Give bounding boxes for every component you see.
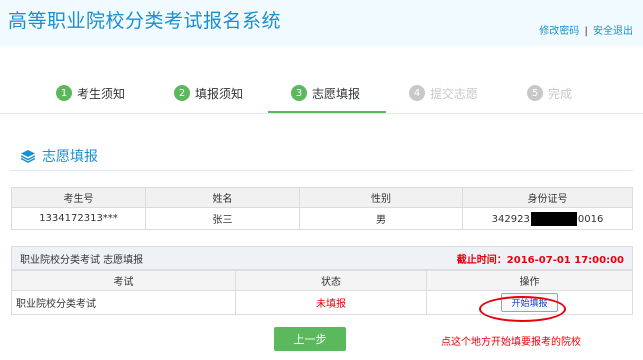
application-table: 考试 状态 操作 职业院校分类考试 未填报 开始填报 (11, 270, 633, 315)
header-exam: 考试 (11, 270, 236, 291)
cell-status: 未填报 (235, 290, 427, 315)
id-redaction (530, 211, 577, 226)
logout-link[interactable]: 安全退出 (593, 26, 633, 37)
cell-name: 张三 (145, 207, 300, 230)
step-5-label: 完成 (548, 87, 573, 101)
step-1-label: 考生须知 (77, 87, 126, 101)
section-title: 志愿填报 (20, 146, 98, 166)
layers-icon (20, 150, 36, 163)
table-header-row: 考生号 姓名 性别 身份证号 (11, 187, 633, 208)
header-separator: | (584, 26, 588, 37)
app-title: 高等职业院校分类考试报名系统 (8, 10, 282, 32)
step-4-label: 提交志愿 (430, 87, 479, 101)
step-5-number: 5 (527, 85, 543, 101)
step-5: 5 完成 (527, 78, 572, 114)
step-4: 4 提交志愿 (409, 78, 478, 114)
header-name: 姓名 (145, 187, 300, 208)
step-progress: 1 考生须知 2 填报须知 3 志愿填报 4 提交志愿 5 完成 (0, 78, 643, 114)
step-3-number: 3 (291, 85, 307, 101)
step-3: 3 志愿填报 (291, 78, 360, 114)
cell-id-no: 342923 0016 (462, 207, 633, 230)
step-2-label: 填报须知 (195, 87, 244, 101)
section-divider (10, 170, 633, 171)
header-links: 修改密码 | 安全退出 (539, 22, 633, 37)
id-prefix: 342923 (491, 213, 530, 225)
table-header-row: 考试 状态 操作 (11, 270, 633, 291)
header-exam-no: 考生号 (11, 187, 146, 208)
step-1-number: 1 (56, 85, 72, 101)
section-title-text: 志愿填报 (42, 149, 98, 165)
id-suffix: 0016 (577, 213, 604, 225)
change-password-link[interactable]: 修改密码 (539, 26, 579, 37)
step-1: 1 考生须知 (56, 78, 125, 114)
application-bar-title: 职业院校分类考试 志愿填报 (20, 254, 144, 266)
start-apply-button[interactable]: 开始填报 (501, 293, 558, 312)
header: 高等职业院校分类考试报名系统 修改密码 | 安全退出 (0, 0, 643, 46)
cell-action: 开始填报 (426, 290, 633, 315)
step-3-label: 志愿填报 (312, 87, 361, 101)
deadline: 截止时间：2016-07-01 17:00:00 (456, 254, 624, 266)
cell-exam-no: 1334172313*** (11, 207, 146, 230)
student-info-table: 考生号 姓名 性别 身份证号 1334172313*** 张三 男 342923… (11, 187, 633, 230)
header-gender: 性别 (299, 187, 463, 208)
application-bar: 职业院校分类考试 志愿填报 截止时间：2016-07-01 17:00:00 (11, 246, 633, 270)
header-status: 状态 (235, 270, 427, 291)
cell-exam: 职业院校分类考试 (11, 290, 236, 315)
step-2: 2 填报须知 (174, 78, 243, 114)
hint-annotation: 点这个地方开始填要报考的院校 (441, 337, 581, 348)
steps-divider (0, 113, 643, 114)
header-action: 操作 (426, 270, 633, 291)
table-row: 职业院校分类考试 未填报 开始填报 (11, 290, 633, 315)
step-4-number: 4 (409, 85, 425, 101)
previous-step-button[interactable]: 上一步 (274, 327, 346, 351)
application-panel: 职业院校分类考试 志愿填报 截止时间：2016-07-01 17:00:00 考… (11, 246, 633, 315)
cell-gender: 男 (299, 207, 463, 230)
step-2-number: 2 (174, 85, 190, 101)
header-id-no: 身份证号 (462, 187, 633, 208)
table-row: 1334172313*** 张三 男 342923 0016 (11, 207, 633, 230)
